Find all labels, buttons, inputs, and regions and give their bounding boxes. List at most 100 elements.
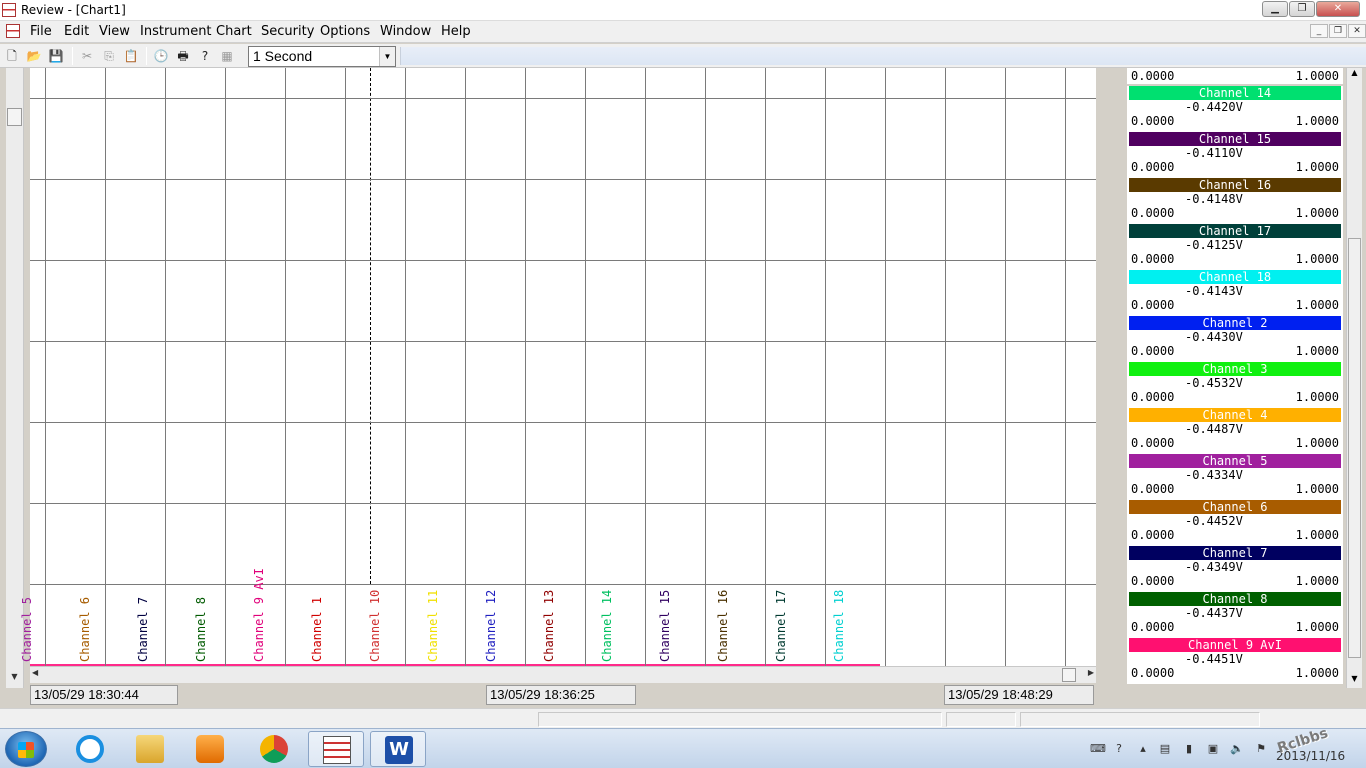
chevron-up-icon[interactable]: ▴ <box>1136 742 1150 756</box>
chart-settings-icon[interactable]: ▦ <box>218 47 236 65</box>
grid-vline <box>465 68 466 666</box>
channel-name: Channel 8 <box>1129 592 1341 606</box>
menu-edit[interactable]: Edit <box>64 24 89 39</box>
file-manager-icon[interactable] <box>122 731 178 767</box>
channel-card[interactable]: Channel 4 -0.4487V 0.0000 1.0000 <box>1127 408 1343 454</box>
channel-card[interactable]: Channel 3 -0.4532V 0.0000 1.0000 <box>1127 362 1343 408</box>
channel-min: 0.0000 <box>1131 574 1175 588</box>
menu-file[interactable]: File <box>30 24 52 39</box>
menu-view[interactable]: View <box>99 24 130 39</box>
channel-card[interactable]: Channel 9 AvI -0.4451V 0.0000 1.0000 <box>1127 638 1343 684</box>
channel-max: 1.0000 <box>1295 574 1339 588</box>
channel-trace-label: Channel 11 <box>426 589 440 662</box>
menu-chart[interactable]: Chart <box>216 24 252 39</box>
copy-icon[interactable]: ⎘ <box>100 47 118 65</box>
scroll-down-icon[interactable]: ▼ <box>7 668 22 686</box>
mdi-minimize-button[interactable]: _ <box>1310 24 1328 38</box>
scroll-down-icon[interactable]: ▼ <box>1348 674 1361 683</box>
channel-card[interactable]: Channel 7 -0.4349V 0.0000 1.0000 <box>1127 546 1343 592</box>
channel-name: Channel 2 <box>1129 316 1341 330</box>
channel-card[interactable]: Channel 5 -0.4334V 0.0000 1.0000 <box>1127 454 1343 500</box>
grid-hline <box>30 179 1096 180</box>
channel-trace-label: Channel 6 <box>78 596 92 662</box>
chrome-icon[interactable] <box>246 731 302 767</box>
mdi-restore-button[interactable]: ❐ <box>1329 24 1347 38</box>
menu-help[interactable]: Help <box>441 24 471 39</box>
scroll-left-icon[interactable]: ◀ <box>32 668 38 677</box>
status-bar <box>0 708 1366 728</box>
channel-card[interactable]: Channel 14 -0.4420V 0.0000 1.0000 <box>1127 86 1343 132</box>
toolbar-separator <box>146 47 147 65</box>
scroll-up-icon[interactable]: ▲ <box>1348 68 1361 77</box>
save-icon[interactable]: 💾 <box>47 47 65 65</box>
grid-vline <box>45 68 46 666</box>
flag-icon[interactable]: ⚑ <box>1254 742 1268 756</box>
time-axis-bar: 13/05/29 18:30:44 13/05/29 18:36:25 13/0… <box>30 684 1096 706</box>
menu-instrument[interactable]: Instrument <box>140 24 212 39</box>
panel-vertical-scrollbar[interactable]: ▲ ▼ <box>1346 68 1362 688</box>
chevron-down-icon[interactable]: ▼ <box>379 47 395 66</box>
chart-vertical-scrollbar[interactable]: ▼ <box>6 68 24 688</box>
cut-icon[interactable]: ✂ <box>78 47 96 65</box>
channel-trace-label: Channel 12 <box>484 589 498 662</box>
channel-max: 1.0000 <box>1295 344 1339 358</box>
scroll-thumb[interactable] <box>7 108 22 126</box>
grid-hline <box>30 341 1096 342</box>
keyboard-icon[interactable]: ⌨ <box>1090 742 1106 756</box>
channel-min: 0.0000 <box>1131 206 1175 220</box>
time-cursor-line[interactable] <box>370 68 371 584</box>
channel-card[interactable]: Channel 2 -0.4430V 0.0000 1.0000 <box>1127 316 1343 362</box>
new-file-icon[interactable]: 🗋 <box>3 47 21 65</box>
menu-security[interactable]: Security <box>261 24 314 39</box>
volume-icon[interactable]: 🔈 <box>1230 742 1244 756</box>
status-pane <box>538 712 942 727</box>
battery-icon[interactable]: ▮ <box>1182 742 1196 756</box>
channel-max: 1.0000 <box>1295 298 1339 312</box>
display-icon[interactable]: ▣ <box>1206 742 1220 756</box>
channel-max: 1.0000 <box>1295 620 1339 634</box>
channel-value: -0.4143V <box>1185 284 1243 298</box>
scroll-thumb[interactable] <box>1348 238 1361 658</box>
grid-vline <box>585 68 586 666</box>
mdi-close-button[interactable]: ✕ <box>1348 24 1366 38</box>
internet-explorer-icon[interactable] <box>62 731 118 767</box>
maximize-button[interactable]: ❐ <box>1289 1 1315 17</box>
minimize-button[interactable]: ▁ <box>1262 1 1288 17</box>
channel-trace-label: Channel 10 <box>368 589 382 662</box>
channel-min: 0.0000 <box>1131 114 1175 128</box>
channel-trace-label: Channel 7 <box>136 596 150 662</box>
media-player-icon[interactable] <box>182 731 238 767</box>
scroll-right-icon[interactable]: ▶ <box>1088 668 1094 677</box>
channel-value: -0.4532V <box>1185 376 1243 390</box>
paste-icon[interactable]: 📋 <box>122 47 140 65</box>
start-button[interactable] <box>5 731 47 767</box>
channel-card[interactable]: Channel 6 -0.4452V 0.0000 1.0000 <box>1127 500 1343 546</box>
chart-grid[interactable]: Channel 5 Channel 6 Channel 7 Channel 8 Chan… <box>20 68 1096 666</box>
document-icon[interactable] <box>6 24 20 38</box>
taskbar: W ⌨ ? ▴ ▤ ▮ ▣ 🔈 ⚑ 2013/11/16 <box>0 728 1366 768</box>
channel-card[interactable]: Channel 8 -0.4437V 0.0000 1.0000 <box>1127 592 1343 638</box>
channel-max: 1.0000 <box>1295 114 1339 128</box>
channel-card[interactable]: Channel 17 -0.4125V 0.0000 1.0000 <box>1127 224 1343 270</box>
sample-rate-select[interactable]: 1 Second ▼ <box>248 46 396 67</box>
channel-value: -0.4437V <box>1185 606 1243 620</box>
close-button[interactable]: ✕ <box>1316 1 1360 17</box>
menu-window[interactable]: Window <box>380 24 431 39</box>
help-icon[interactable]: ? <box>196 47 214 65</box>
review-app-icon[interactable] <box>308 731 364 767</box>
network-icon[interactable]: ▤ <box>1158 742 1172 756</box>
clock-icon[interactable]: 🕒 <box>152 47 170 65</box>
chart-horizontal-scrollbar[interactable]: ◀ ▶ <box>30 666 1096 683</box>
channel-card[interactable]: Channel 15 -0.4110V 0.0000 1.0000 <box>1127 132 1343 178</box>
channel-trace-label: Channel 9 AvI <box>252 568 266 662</box>
channel-card[interactable]: Channel 18 -0.4143V 0.0000 1.0000 <box>1127 270 1343 316</box>
print-icon[interactable]: 🖶 <box>174 47 192 65</box>
grid-vline <box>345 68 346 666</box>
word-icon[interactable]: W <box>370 731 426 767</box>
channel-card[interactable]: Channel 16 -0.4148V 0.0000 1.0000 <box>1127 178 1343 224</box>
help-icon[interactable]: ? <box>1112 742 1126 756</box>
scroll-thumb[interactable] <box>1062 668 1076 682</box>
open-folder-icon[interactable]: 📂 <box>25 47 43 65</box>
menu-options[interactable]: Options <box>320 24 370 39</box>
channel-value: -0.4452V <box>1185 514 1243 528</box>
